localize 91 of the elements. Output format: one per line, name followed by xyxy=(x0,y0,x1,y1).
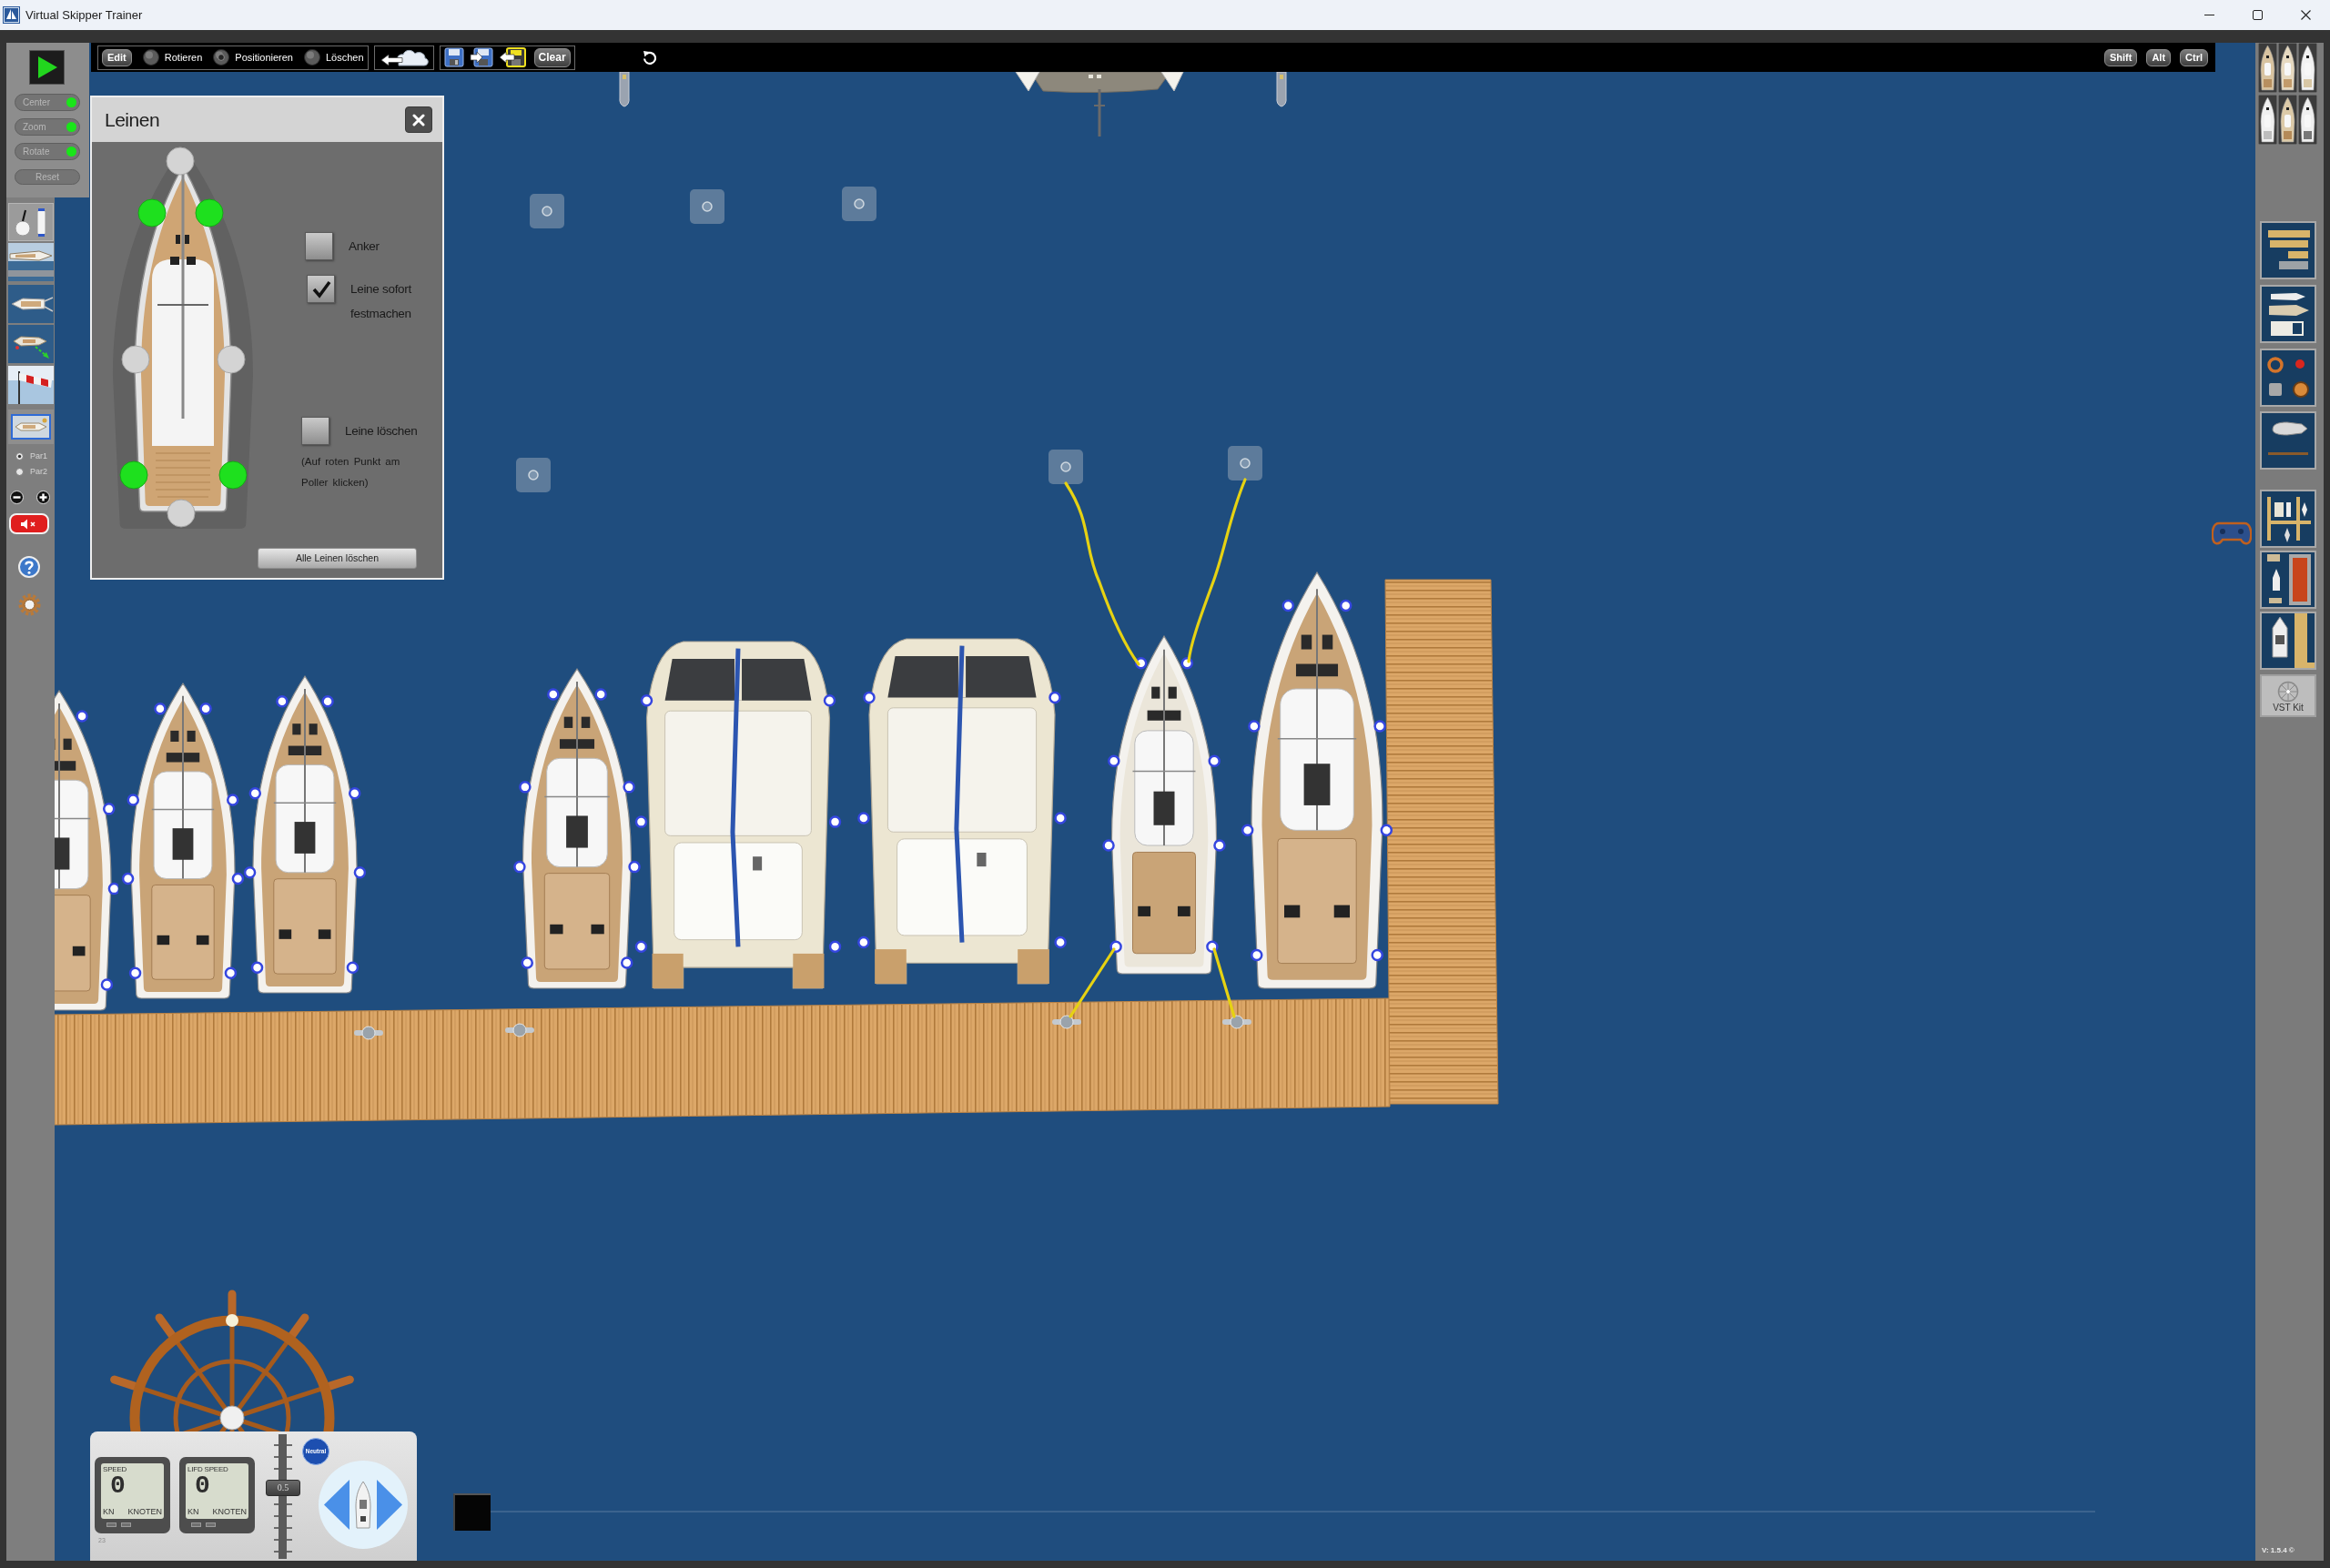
piling xyxy=(617,72,632,108)
mooring-post-icon xyxy=(1048,450,1083,484)
settings-icon[interactable] xyxy=(18,593,41,616)
boat-lines-icon[interactable] xyxy=(8,285,54,323)
pier-pieces-icon[interactable] xyxy=(2260,221,2316,279)
unit-label: KNOTEN xyxy=(212,1507,247,1517)
boat-icon[interactable] xyxy=(2258,43,2277,93)
option-label: Anker xyxy=(349,238,380,255)
throttle-track[interactable]: 0.5 xyxy=(265,1434,301,1559)
clear-button[interactable]: Clear xyxy=(533,47,571,67)
boat-icon[interactable] xyxy=(2298,43,2317,93)
checkbox[interactable] xyxy=(305,232,333,260)
display-label: LIFD SPEED xyxy=(187,1465,228,1473)
harbor-icon[interactable] xyxy=(2260,551,2316,609)
import-icon[interactable] xyxy=(469,47,493,67)
boat-icon[interactable] xyxy=(2278,43,2297,93)
modifier-key[interactable]: Ctrl xyxy=(2180,48,2208,66)
right-arrow-icon[interactable] xyxy=(377,1480,402,1530)
boat-icon[interactable] xyxy=(2258,95,2277,145)
dinghy-icon[interactable] xyxy=(2260,411,2316,470)
help-icon[interactable] xyxy=(18,556,40,578)
mooring-point[interactable] xyxy=(217,345,246,374)
kit-button[interactable]: VST Kit xyxy=(2260,674,2316,717)
checkbox[interactable] xyxy=(301,417,329,445)
save-icon[interactable] xyxy=(443,47,464,67)
mute-button[interactable] xyxy=(9,513,49,534)
mooring-post-icon xyxy=(842,187,876,221)
undo-icon[interactable] xyxy=(642,50,657,65)
app-icon xyxy=(3,6,20,24)
hint-text: (Auf roten Punkt am Poller klicken) xyxy=(301,455,401,490)
marina-icon[interactable] xyxy=(2260,490,2316,548)
modifier-key[interactable]: Alt xyxy=(2146,48,2172,66)
cleat-icon xyxy=(1222,1015,1251,1029)
mooring-point[interactable] xyxy=(121,345,150,374)
boat-icon[interactable] xyxy=(2298,95,2317,145)
display-value: 0 xyxy=(110,1473,126,1498)
edit-button[interactable]: Edit xyxy=(102,48,132,66)
buoy-fender-icon[interactable] xyxy=(8,203,54,241)
maximize-icon[interactable] xyxy=(2253,10,2263,20)
docked-boat-icon[interactable] xyxy=(2260,612,2316,670)
close-icon[interactable] xyxy=(2301,10,2311,20)
boat-pier-icon[interactable] xyxy=(8,243,54,281)
close-button[interactable] xyxy=(405,106,432,133)
windsock-icon[interactable] xyxy=(8,366,54,404)
mooring-point[interactable] xyxy=(167,499,196,528)
mode-radio[interactable]: Positionieren xyxy=(213,49,293,66)
mooring-post-icon xyxy=(530,194,564,228)
timeline-thumb[interactable] xyxy=(453,1493,491,1531)
cleat-icon xyxy=(505,1023,534,1037)
throttle-handle[interactable]: 0.5 xyxy=(266,1479,300,1496)
checkbox[interactable] xyxy=(307,275,335,303)
modifier-key[interactable]: Shift xyxy=(2103,48,2138,66)
mooring-point[interactable] xyxy=(137,198,167,228)
display-value: 0 xyxy=(195,1473,210,1498)
left-arrow-icon[interactable] xyxy=(324,1480,350,1530)
wheel-icon xyxy=(2277,680,2299,703)
mode-radio[interactable]: Löschen xyxy=(303,49,364,66)
option-label: Leine löschen xyxy=(345,423,418,440)
display-label: SPEED xyxy=(103,1465,127,1473)
mode-radio[interactable]: Rotieren xyxy=(142,49,203,66)
boat-frame-icon[interactable] xyxy=(8,410,54,444)
unit-label: KN xyxy=(187,1507,199,1517)
play-icon xyxy=(36,56,57,78)
piling xyxy=(1274,72,1289,108)
mooring-point[interactable] xyxy=(195,198,224,228)
dialog-title: Leinen xyxy=(105,107,160,132)
buoys-icon[interactable] xyxy=(2260,349,2316,407)
export-icon[interactable] xyxy=(498,47,526,67)
boats-icon[interactable] xyxy=(2260,285,2316,343)
option-label: Leine sofort festmachen xyxy=(350,281,412,322)
window-title: Virtual Skipper Trainer xyxy=(25,6,143,24)
close-icon xyxy=(412,113,425,126)
boat-icon[interactable] xyxy=(2278,95,2297,145)
muted-speaker-icon xyxy=(20,517,38,531)
mooring-point[interactable] xyxy=(218,460,248,490)
mooring-post-icon xyxy=(516,458,551,492)
mooring-post-icon xyxy=(690,189,724,224)
cleat-icon xyxy=(1052,1015,1081,1029)
mooring-point[interactable] xyxy=(119,460,148,490)
zoom-in-icon[interactable] xyxy=(36,491,50,504)
unit-label: KN xyxy=(103,1507,115,1517)
play-button[interactable] xyxy=(29,50,65,85)
version-text: V: 1.5.4 © xyxy=(2262,1545,2295,1556)
zoom-out-icon[interactable] xyxy=(10,491,24,504)
gamepad-icon[interactable] xyxy=(2212,520,2252,547)
mooring-post-icon xyxy=(1228,446,1262,481)
cleat-icon xyxy=(354,1026,383,1040)
unit-label: KNOTEN xyxy=(127,1507,162,1517)
mooring-point[interactable] xyxy=(166,147,195,176)
clear-all-lines-button[interactable]: Alle Leinen löschen xyxy=(258,548,417,569)
checkmark-icon xyxy=(310,278,331,299)
